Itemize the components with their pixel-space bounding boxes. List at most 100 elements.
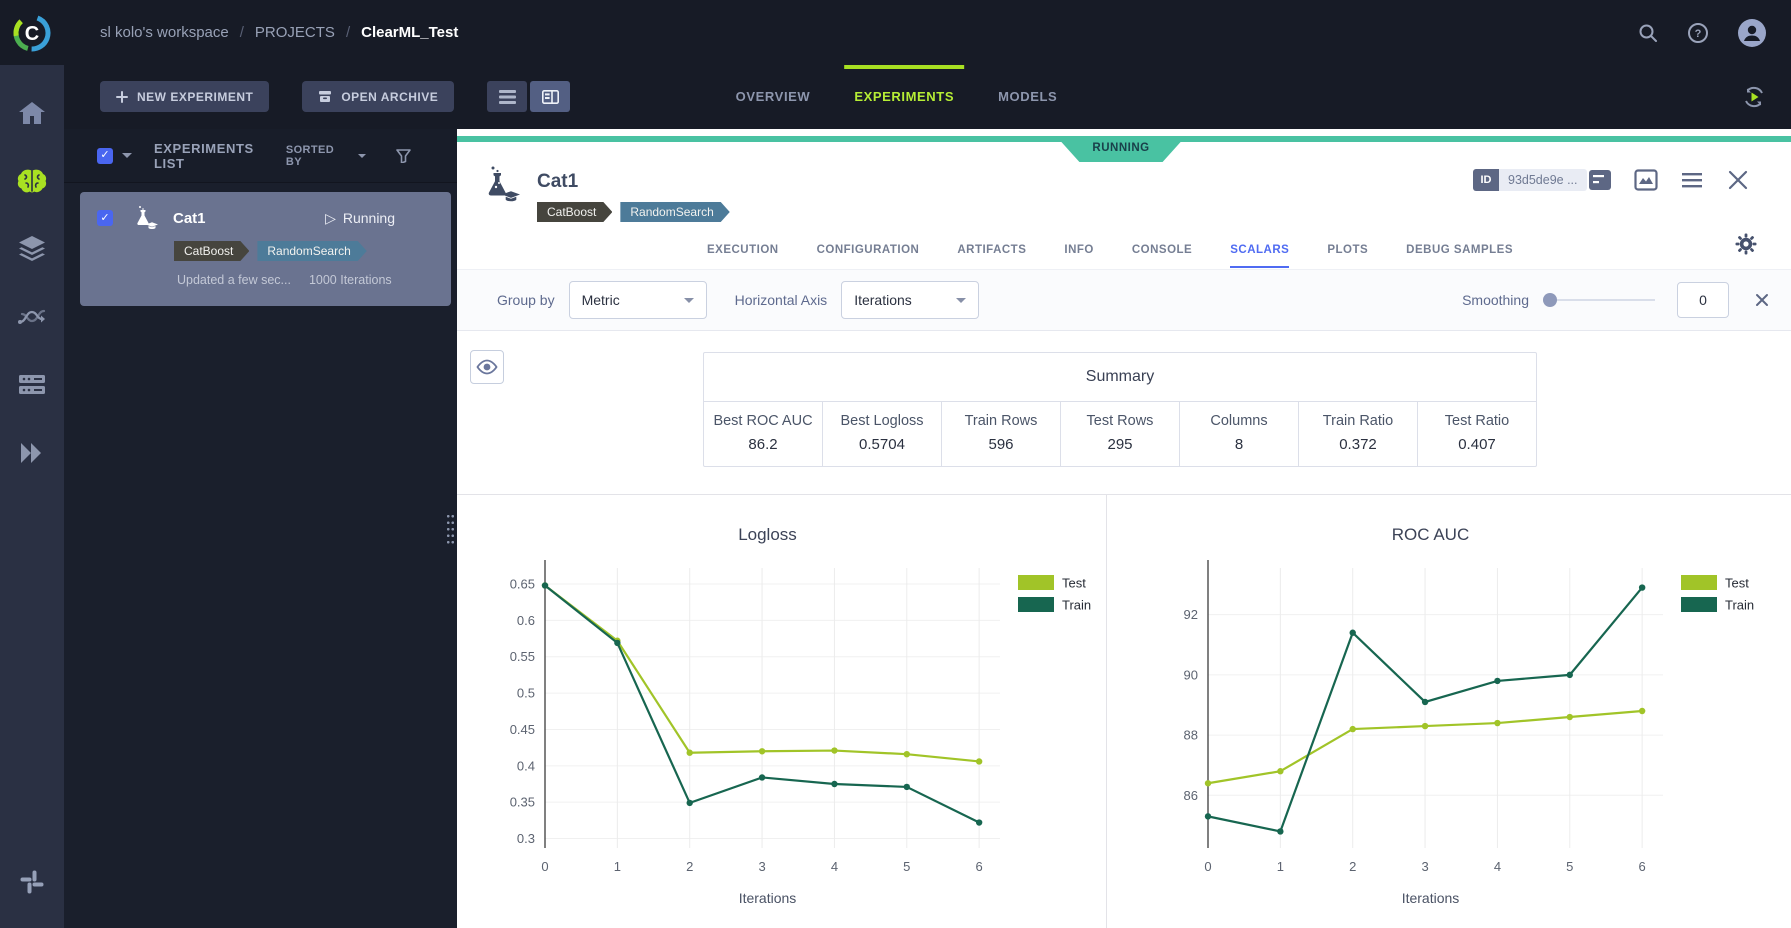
details-panel-icon [1589,170,1611,190]
settings-button[interactable] [1735,233,1757,260]
svg-text:Logloss: Logloss [738,525,797,544]
topbar-actions: ? [1637,18,1767,48]
menu-button[interactable] [1679,167,1705,193]
hide-metrics-button[interactable] [470,350,504,384]
svg-text:0.45: 0.45 [510,722,535,737]
slider-track[interactable] [1545,299,1655,301]
breadcrumb-projects[interactable]: PROJECTS [255,24,335,41]
clearml-logo[interactable]: C [0,0,64,65]
svg-text:1: 1 [614,859,621,874]
experiment-list-item[interactable]: Cat1 ▷ Running CatBoost RandomSearch Upd… [80,192,451,306]
tab-debug-samples[interactable]: DEBUG SAMPLES [1406,235,1513,268]
sorted-by-dropdown[interactable]: SORTED BY [286,144,366,168]
close-controls-button[interactable] [1755,293,1769,307]
avatar-icon [1738,18,1766,47]
experiment-checkbox[interactable] [97,210,113,226]
tab-artifacts[interactable]: ARTIFACTS [957,235,1026,268]
tab-configuration[interactable]: CONFIGURATION [817,235,920,268]
help-button[interactable]: ? [1687,22,1709,44]
tab-console[interactable]: CONSOLE [1132,235,1192,268]
sidebar-item-applications[interactable] [0,425,64,481]
tab-overview[interactable]: OVERVIEW [736,65,811,129]
experiment-updated: Updated a few sec... [177,273,291,287]
summary-cell: Test Rows 295 [1060,402,1179,466]
breadcrumb-separator: / [345,24,351,41]
tab-models[interactable]: MODELS [998,65,1057,129]
tab-info[interactable]: INFO [1064,235,1093,268]
brain-icon [17,169,47,192]
svg-text:0.65: 0.65 [510,577,535,592]
experiment-title: Cat1 [537,171,579,192]
user-avatar[interactable] [1737,18,1767,48]
horizontal-axis-select[interactable]: Iterations [841,281,980,319]
summary-title: Summary [704,353,1536,402]
select-all-checkbox[interactable] [97,147,113,164]
layers-icon [19,236,45,261]
smoothing-slider[interactable] [1543,293,1655,307]
sidebar-item-datasets[interactable] [0,221,64,277]
metrics-snapshot-icon [1634,169,1658,191]
summary-cell: Train Ratio 0.372 [1298,402,1417,466]
svg-text:Train: Train [1725,598,1754,613]
experiment-detail-panel: RUNNING Cat1 CatBoost RandomSearch ID 93… [457,129,1791,928]
experiment-id-badge: ID 93d5de9e ... [1473,169,1587,191]
svg-text:5: 5 [1566,859,1573,874]
svg-text:Train: Train [1062,598,1091,613]
search-icon [1639,24,1657,42]
gear-icon [1735,233,1757,255]
chevron-down-icon [683,297,694,303]
tab-plots[interactable]: PLOTS [1327,235,1368,268]
detail-header-actions [1587,167,1751,193]
svg-text:ROC AUC: ROC AUC [1392,525,1469,544]
clearml-app: C sl kolo's workspace / PROJECTS / Clear… [0,0,1791,928]
auto-refresh-button[interactable] [1739,82,1769,112]
tab-execution[interactable]: EXECUTION [707,235,779,268]
id-value: 93d5de9e ... [1499,169,1587,191]
sidebar-item-home[interactable] [0,85,64,141]
close-detail-button[interactable] [1725,167,1751,193]
sidebar-item-workers[interactable] [0,357,64,413]
experiment-row-main: Cat1 ▷ Running [97,205,451,231]
svg-text:4: 4 [1494,859,1501,874]
tag-randomsearch: RandomSearch [620,202,729,222]
svg-text:0: 0 [541,859,548,874]
roc-auc-chart: 86 88 90 92 0 1 2 3 4 5 6 ROC AUC Iterations Test Trai… [1133,515,1763,920]
summary-cell: Test Ratio 0.407 [1417,402,1536,466]
open-archive-button[interactable]: OPEN ARCHIVE [302,81,455,112]
svg-text:86: 86 [1184,788,1198,803]
table-view-button[interactable] [487,81,528,112]
svg-text:0: 0 [1204,859,1211,874]
svg-text:2: 2 [1349,859,1356,874]
metrics-snapshot-button[interactable] [1633,167,1659,193]
workers-queues-icon [19,375,45,394]
experiment-actions: NEW EXPERIMENT OPEN ARCHIVE [100,81,571,112]
breadcrumb-workspace[interactable]: sl kolo's workspace [100,24,229,41]
group-by-select[interactable]: Metric [568,281,707,319]
search-button[interactable] [1637,22,1659,44]
breadcrumb: sl kolo's workspace / PROJECTS / ClearML… [100,24,458,41]
smoothing-controls: Smoothing [1462,282,1769,318]
tab-experiments[interactable]: EXPERIMENTS [844,65,964,129]
summary-cell: Train Rows 596 [941,402,1060,466]
sidebar-item-pipelines[interactable] [0,289,64,345]
split-view-button[interactable] [530,81,571,112]
svg-text:92: 92 [1184,607,1198,622]
svg-text:Test: Test [1062,576,1086,591]
new-experiment-button[interactable]: NEW EXPERIMENT [100,81,270,112]
logloss-chart: 0.3 0.35 0.4 0.45 0.5 0.55 0.6 0.65 0 1 2 3 4 5 6 Loglo… [470,515,1100,920]
sidebar-item-projects[interactable] [0,153,64,209]
slider-handle[interactable] [1543,293,1557,307]
filter-button[interactable] [396,148,411,163]
sidebar-item-slack[interactable] [0,854,64,910]
select-all-dropdown-icon[interactable] [122,153,132,158]
summary-cell: Columns 8 [1179,402,1298,466]
panel-resize-handle[interactable] [446,513,455,545]
tab-scalars[interactable]: SCALARS [1230,235,1290,268]
smoothing-input[interactable] [1677,282,1729,318]
svg-text:0.55: 0.55 [510,649,535,664]
svg-text:6: 6 [1639,859,1646,874]
summary-table: Summary Best ROC AUC 86.2 Best Logloss 0… [703,352,1537,467]
svg-text:3: 3 [1421,859,1428,874]
experiment-status: ▷ Running [325,209,395,227]
details-panel-button[interactable] [1587,167,1613,193]
